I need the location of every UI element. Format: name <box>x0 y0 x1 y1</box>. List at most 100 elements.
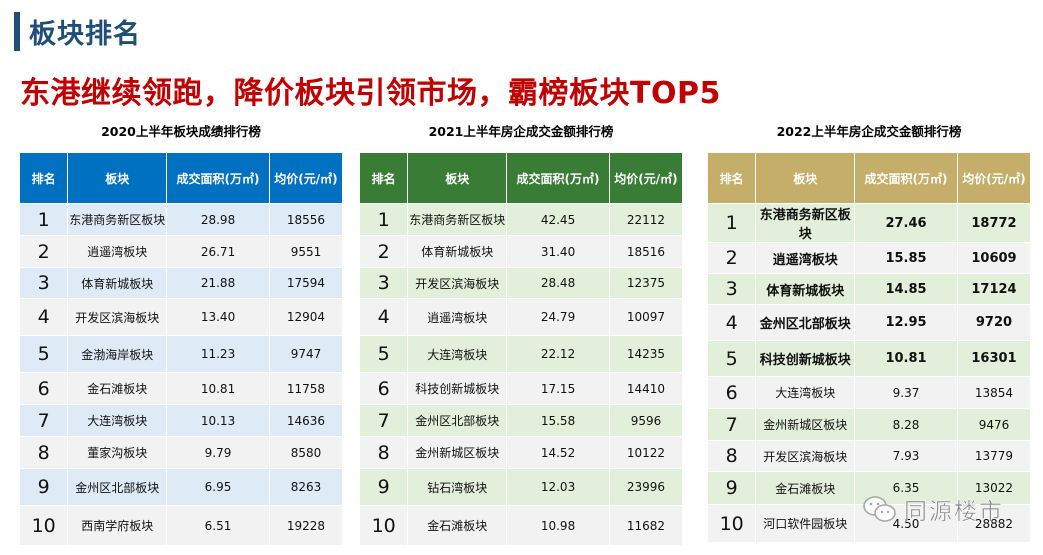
rank-cell: 8 <box>18 436 69 469</box>
district-cell: 逍遥湾板块 <box>67 235 168 268</box>
district-cell: 开发区滨海板块 <box>407 267 508 299</box>
headline: 东港继续领跑，降价板块引领市场，霸榜板块TOP5 <box>20 76 721 111</box>
district-cell: 西南学府板块 <box>67 505 168 546</box>
price-cell: 13779 <box>956 440 1032 472</box>
rank-cell: 4 <box>706 304 757 341</box>
table-row: 1 东港商务新区板块 28.98 18556 <box>18 203 344 236</box>
table-row: 10 金石滩板块 10.98 11682 <box>358 505 684 546</box>
price-cell: 14636 <box>268 404 344 437</box>
district-cell: 体育新城板块 <box>67 267 168 299</box>
area-cell: 28.98 <box>166 203 270 236</box>
wechat-icon <box>863 496 896 522</box>
rank-cell: 5 <box>358 335 409 373</box>
table-row: 9 钻石湾板块 12.03 23996 <box>358 468 684 506</box>
rank-cell: 8 <box>706 440 757 472</box>
price-cell: 17594 <box>268 267 344 299</box>
area-cell: 10.13 <box>166 404 270 437</box>
area-cell: 12.03 <box>506 468 610 506</box>
area-cell: 21.88 <box>166 267 270 299</box>
rank-cell: 1 <box>706 203 757 243</box>
table-row: 3 体育新城板块 14.85 17124 <box>706 273 1032 305</box>
column-header: 均价(元/㎡) <box>268 152 344 204</box>
table-row: 10 西南学府板块 6.51 19228 <box>18 505 344 546</box>
price-cell: 14235 <box>608 335 684 373</box>
district-cell: 开发区滨海板块 <box>755 440 856 472</box>
column-header: 成交面积(万㎡) <box>166 152 270 204</box>
price-cell: 11682 <box>608 505 684 546</box>
rank-cell: 7 <box>358 404 409 437</box>
table-header: 排名 板块 成交面积(万㎡) 均价(元/㎡) <box>18 152 344 204</box>
district-cell: 逍遥湾板块 <box>755 242 856 274</box>
table-row: 4 逍遥湾板块 24.79 10097 <box>358 298 684 336</box>
district-cell: 开发区滨海板块 <box>67 298 168 336</box>
price-cell: 18556 <box>268 203 344 236</box>
price-cell: 11758 <box>268 372 344 405</box>
area-cell: 42.45 <box>506 203 610 236</box>
price-cell: 9596 <box>608 404 684 437</box>
table-row: 5 金渤海岸板块 11.23 9747 <box>18 335 344 373</box>
rank-cell: 10 <box>706 504 757 543</box>
rank-cell: 3 <box>706 273 757 305</box>
area-cell: 15.58 <box>506 404 610 437</box>
area-cell: 14.85 <box>854 273 958 305</box>
table-row: 5 科技创新城板块 10.81 16301 <box>706 340 1032 377</box>
area-cell: 15.85 <box>854 242 958 274</box>
rank-cell: 1 <box>18 203 69 236</box>
price-cell: 9551 <box>268 235 344 268</box>
area-cell: 26.71 <box>166 235 270 268</box>
table-row: 8 董家沟板块 9.79 8580 <box>18 436 344 469</box>
table-row: 2 逍遥湾板块 26.71 9551 <box>18 235 344 268</box>
rank-cell: 7 <box>706 408 757 441</box>
area-cell: 13.40 <box>166 298 270 336</box>
rank-cell: 3 <box>358 267 409 299</box>
rank-cell: 2 <box>18 235 69 268</box>
area-cell: 27.46 <box>854 203 958 243</box>
district-cell: 科技创新城板块 <box>407 372 508 405</box>
price-cell: 13854 <box>956 376 1032 409</box>
table-2020: 2020上半年板块成绩排行榜 排名 板块 成交面积(万㎡) 均价(元/㎡) 1 东港商务新区… <box>18 124 344 546</box>
column-header: 成交面积(万㎡) <box>506 152 610 204</box>
rank-cell: 6 <box>706 376 757 409</box>
rank-cell: 4 <box>358 298 409 336</box>
district-cell: 金石滩板块 <box>67 372 168 405</box>
column-header: 板块 <box>407 152 508 204</box>
table-row: 7 金州区北部板块 15.58 9596 <box>358 404 684 437</box>
column-header: 均价(元/㎡) <box>608 152 684 204</box>
price-cell: 8263 <box>268 468 344 506</box>
price-cell: 9476 <box>956 408 1032 441</box>
table-header: 排名 板块 成交面积(万㎡) 均价(元/㎡) <box>706 152 1032 204</box>
table-row: 3 开发区滨海板块 28.48 12375 <box>358 267 684 299</box>
table-row: 7 大连湾板块 10.13 14636 <box>18 404 344 437</box>
column-header: 排名 <box>358 152 409 204</box>
price-cell: 19228 <box>268 505 344 546</box>
rank-cell: 9 <box>18 468 69 506</box>
price-cell: 8580 <box>268 436 344 469</box>
rank-cell: 5 <box>706 340 757 377</box>
table-row: 8 开发区滨海板块 7.93 13779 <box>706 440 1032 472</box>
table-row: 3 体育新城板块 21.88 17594 <box>18 267 344 299</box>
district-cell: 金渤海岸板块 <box>67 335 168 373</box>
section-title: 板块排名 <box>29 19 141 50</box>
price-cell: 14410 <box>608 372 684 405</box>
rank-cell: 6 <box>18 372 69 405</box>
district-cell: 金石滩板块 <box>407 505 508 546</box>
price-cell: 18772 <box>956 203 1032 243</box>
area-cell: 10.81 <box>166 372 270 405</box>
area-cell: 6.95 <box>166 468 270 506</box>
price-cell: 17124 <box>956 273 1032 305</box>
table-row: 2 体育新城板块 31.40 18516 <box>358 235 684 268</box>
district-cell: 金州区北部板块 <box>67 468 168 506</box>
area-cell: 14.52 <box>506 436 610 469</box>
table-row: 7 金州新城区板块 8.28 9476 <box>706 408 1032 441</box>
table-header: 排名 板块 成交面积(万㎡) 均价(元/㎡) <box>358 152 684 204</box>
column-header: 板块 <box>67 152 168 204</box>
column-header: 板块 <box>755 152 856 204</box>
district-cell: 东港商务新区板块 <box>755 203 856 243</box>
price-cell: 22112 <box>608 203 684 236</box>
district-cell: 金石滩板块 <box>755 471 856 505</box>
table-row: 4 开发区滨海板块 13.40 12904 <box>18 298 344 336</box>
column-header: 排名 <box>18 152 69 204</box>
rank-cell: 10 <box>358 505 409 546</box>
rank-cell: 4 <box>18 298 69 336</box>
rank-cell: 8 <box>358 436 409 469</box>
